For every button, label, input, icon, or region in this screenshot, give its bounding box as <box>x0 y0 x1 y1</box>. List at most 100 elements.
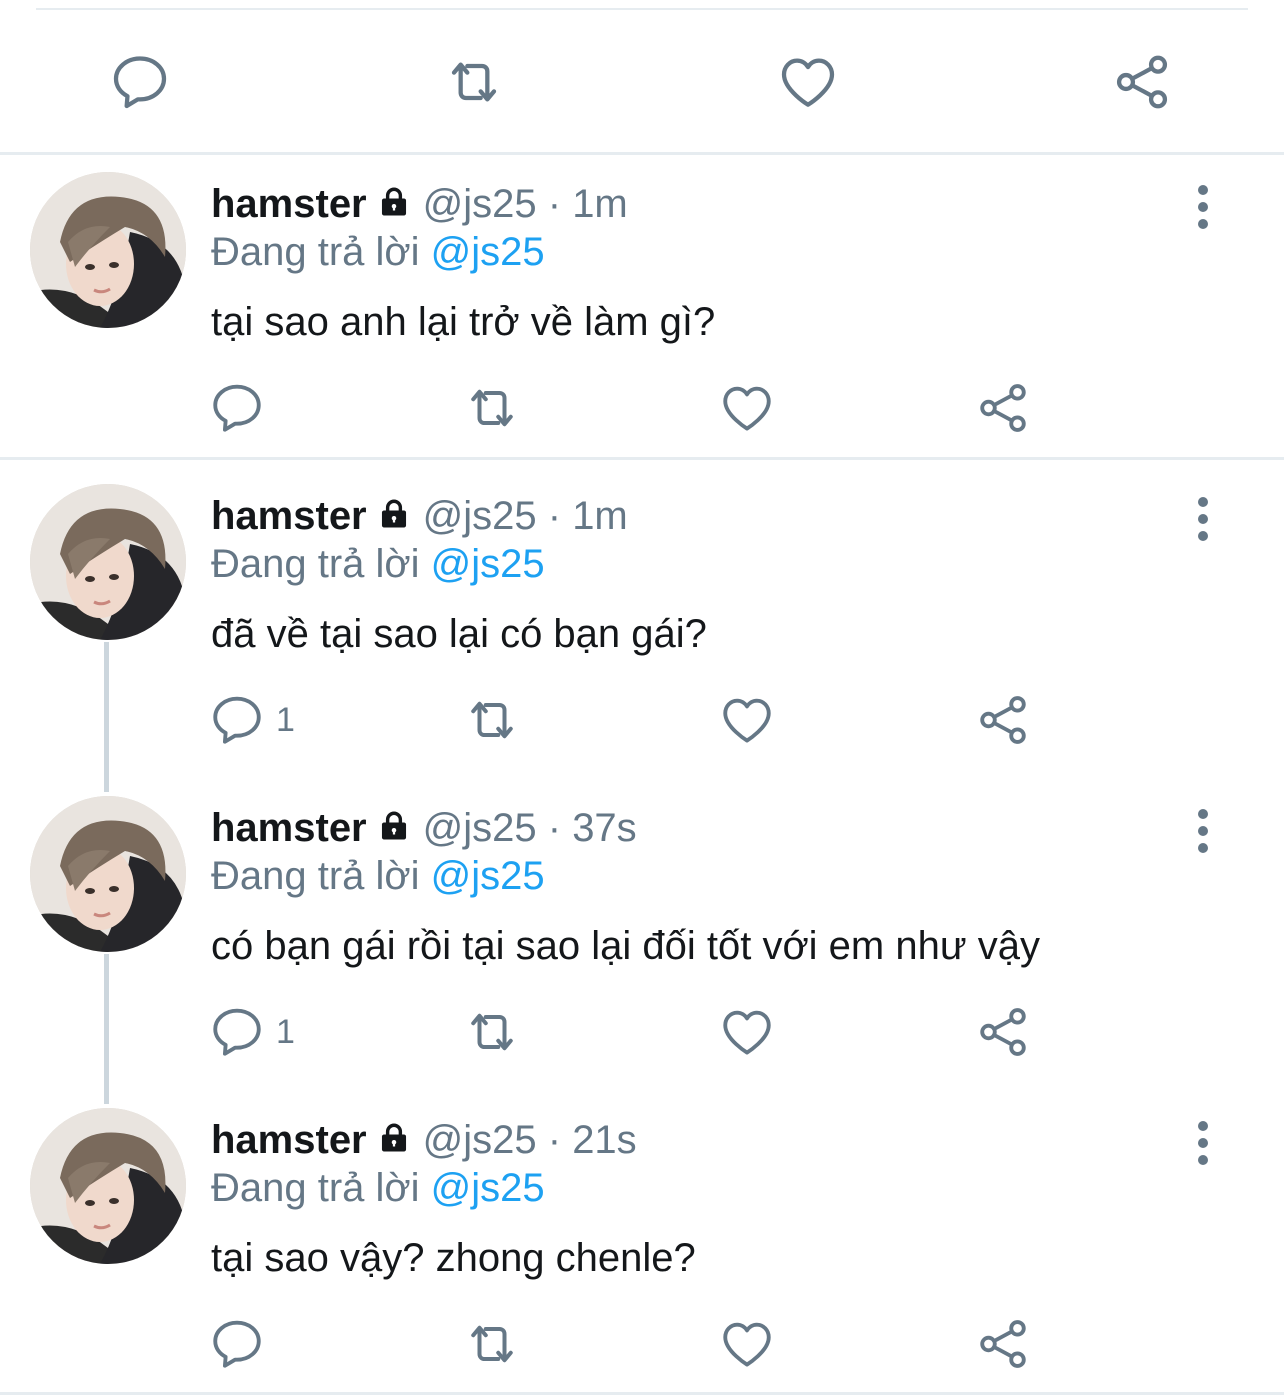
reply-icon <box>208 691 266 749</box>
reply-count: 1 <box>276 1012 295 1051</box>
more-icon <box>1198 531 1208 541</box>
more-options-button[interactable] <box>1184 1118 1222 1168</box>
user-handle[interactable]: @js25 <box>423 182 537 226</box>
tweet-actions: 1 <box>0 1002 1284 1062</box>
heart-icon <box>718 1315 776 1373</box>
reply-count: 1 <box>276 700 295 739</box>
more-icon <box>1198 1155 1208 1165</box>
share-button[interactable] <box>974 1002 1032 1062</box>
share-button[interactable] <box>974 690 1032 750</box>
reply-icon <box>108 50 172 114</box>
more-icon <box>1198 219 1208 229</box>
lock-icon <box>377 183 411 221</box>
reply-icon <box>208 1003 266 1061</box>
display-name[interactable]: hamster <box>211 806 367 850</box>
share-button[interactable] <box>1110 50 1174 114</box>
replying-to-label: Đang trả lời <box>211 854 420 898</box>
tweet-actions <box>0 1314 1284 1374</box>
more-icon <box>1198 202 1208 212</box>
user-handle[interactable]: @js25 <box>423 806 537 850</box>
retweet-button[interactable] <box>462 1002 522 1062</box>
replying-to: Đang trả lời @js25 <box>211 540 545 588</box>
share-button[interactable] <box>974 378 1032 438</box>
more-options-button[interactable] <box>1184 182 1222 232</box>
tweet-text: có bạn gái rồi tại sao lại đối tốt với e… <box>211 924 1040 968</box>
share-icon <box>974 1003 1032 1061</box>
tweet-text: tại sao vậy? zhong chenle? <box>211 1236 696 1280</box>
retweet-button[interactable] <box>462 690 522 750</box>
display-name[interactable]: hamster <box>211 494 367 538</box>
section-divider <box>0 152 1284 155</box>
retweet-button[interactable] <box>442 50 506 114</box>
mention-link[interactable]: @js25 <box>431 854 545 898</box>
more-icon <box>1198 826 1208 836</box>
tweet-header: hamster @js25 · 1m <box>211 180 628 228</box>
share-icon <box>974 1315 1032 1373</box>
tweet-header: hamster @js25 · 21s <box>211 1116 637 1164</box>
share-button[interactable] <box>974 1314 1032 1374</box>
more-icon <box>1198 497 1208 507</box>
timestamp: 21s <box>572 1118 637 1162</box>
share-icon <box>974 691 1032 749</box>
section-divider <box>0 1392 1284 1395</box>
replying-to-label: Đang trả lời <box>211 542 420 586</box>
like-button[interactable] <box>718 1002 776 1062</box>
separator-dot: · <box>547 806 562 850</box>
section-divider <box>0 457 1284 460</box>
replying-to: Đang trả lời @js25 <box>211 228 545 276</box>
replying-to: Đang trả lời @js25 <box>211 1164 545 1212</box>
reply-button[interactable] <box>208 1314 266 1374</box>
reply-button[interactable]: 1 <box>208 1002 295 1062</box>
more-options-button[interactable] <box>1184 806 1222 856</box>
more-icon <box>1198 1138 1208 1148</box>
timestamp: 1m <box>572 494 628 538</box>
reply-button[interactable] <box>108 50 172 114</box>
heart-icon <box>718 1003 776 1061</box>
avatar[interactable] <box>30 172 186 328</box>
reply-button[interactable] <box>208 378 266 438</box>
retweet-button[interactable] <box>462 1314 522 1374</box>
like-button[interactable] <box>776 50 840 114</box>
separator-dot: · <box>547 494 562 538</box>
user-handle[interactable]: @js25 <box>423 1118 537 1162</box>
mention-link[interactable]: @js25 <box>431 1166 545 1210</box>
separator-dot: · <box>547 182 562 226</box>
more-icon <box>1198 1121 1208 1131</box>
avatar[interactable] <box>30 484 186 640</box>
more-options-button[interactable] <box>1184 494 1222 544</box>
retweet-icon <box>462 378 522 438</box>
retweet-icon <box>442 49 506 115</box>
more-icon <box>1198 514 1208 524</box>
user-handle[interactable]: @js25 <box>423 494 537 538</box>
share-icon <box>974 379 1032 437</box>
replying-to-label: Đang trả lời <box>211 1166 420 1210</box>
retweet-icon <box>462 690 522 750</box>
share-icon <box>1110 50 1174 114</box>
like-button[interactable] <box>718 378 776 438</box>
display-name[interactable]: hamster <box>211 182 367 226</box>
more-icon <box>1198 843 1208 853</box>
replying-to-label: Đang trả lời <box>211 230 420 274</box>
tweet-actions <box>0 378 1284 438</box>
mention-link[interactable]: @js25 <box>431 230 545 274</box>
lock-icon <box>377 807 411 845</box>
retweet-button[interactable] <box>462 378 522 438</box>
timestamp: 1m <box>572 182 628 226</box>
more-icon <box>1198 809 1208 819</box>
tweet-header: hamster @js25 · 1m <box>211 492 628 540</box>
like-button[interactable] <box>718 1314 776 1374</box>
reply-icon <box>208 379 266 437</box>
tweet-text: tại sao anh lại trở về làm gì? <box>211 300 716 344</box>
tweet-actions: 1 <box>0 690 1284 750</box>
mention-link[interactable]: @js25 <box>431 542 545 586</box>
avatar[interactable] <box>30 1108 186 1264</box>
display-name[interactable]: hamster <box>211 1118 367 1162</box>
heart-icon <box>776 50 840 114</box>
like-button[interactable] <box>718 690 776 750</box>
more-icon <box>1198 185 1208 195</box>
retweet-icon <box>462 1002 522 1062</box>
avatar[interactable] <box>30 796 186 952</box>
replying-to: Đang trả lời @js25 <box>211 852 545 900</box>
lock-icon <box>377 1119 411 1157</box>
reply-button[interactable]: 1 <box>208 690 295 750</box>
